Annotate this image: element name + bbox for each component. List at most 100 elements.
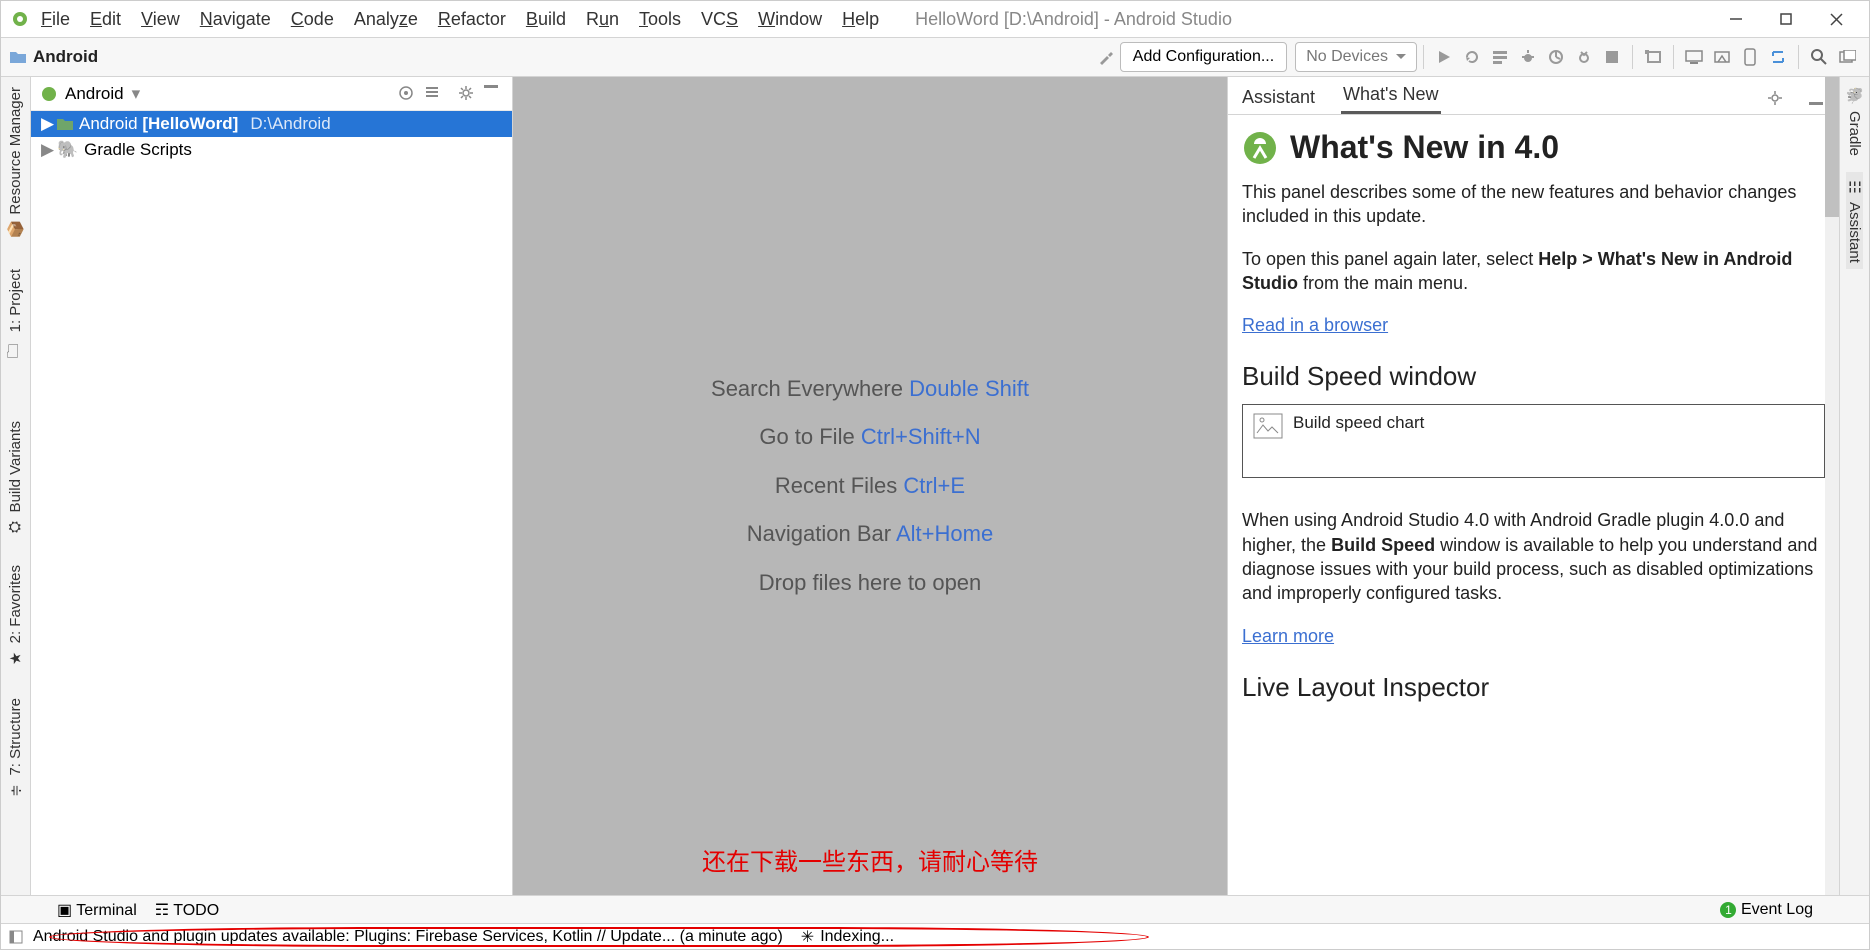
menu-bar: File Edit View Navigate Code Analyze Ref… [1, 1, 1869, 37]
editor-empty-area[interactable]: Search Everywhere Double Shift Go to Fil… [513, 77, 1227, 895]
run-icon[interactable] [1430, 43, 1458, 71]
tool-tab-event-log[interactable]: 1 Event Log [1720, 901, 1813, 919]
assistant-tool-window: Assistant What's New What's New in 4.0 T… [1227, 77, 1839, 895]
whats-new-title: What's New in 4.0 [1290, 129, 1559, 166]
image-placeholder-icon [1253, 413, 1283, 439]
apply-code-icon[interactable] [1486, 43, 1514, 71]
live-layout-inspector-heading: Live Layout Inspector [1242, 672, 1825, 703]
tab-whats-new[interactable]: What's New [1341, 84, 1440, 114]
external-annotation: 还在下载一些东西，请耐心等待 [702, 842, 1038, 877]
expand-icon[interactable]: ▶ [41, 114, 51, 134]
assistant-tab-bar: Assistant What's New [1228, 77, 1839, 115]
apply-changes-icon[interactable] [1458, 43, 1486, 71]
elephant-icon: 🐘 [1846, 87, 1864, 106]
avd-manager-icon[interactable] [1680, 43, 1708, 71]
learn-more-link[interactable]: Learn more [1242, 626, 1334, 646]
menu-code[interactable]: Code [283, 9, 342, 30]
menu-view[interactable]: View [133, 9, 188, 30]
menu-file[interactable]: File [33, 9, 78, 30]
menu-help[interactable]: Help [834, 9, 887, 30]
menu-edit[interactable]: Edit [82, 9, 129, 30]
tool-tab-resource-manager[interactable]: 📦 Resource Manager [6, 81, 25, 245]
menu-window[interactable]: Window [750, 9, 830, 30]
menu-tools[interactable]: Tools [631, 9, 689, 30]
tree-row-gradle-scripts[interactable]: ▶ 🐘 Gradle Scripts [31, 137, 512, 163]
debug-icon[interactable] [1514, 43, 1542, 71]
status-bar: Android Studio and plugin updates availa… [1, 923, 1869, 949]
window-close-button[interactable] [1813, 4, 1859, 34]
build-speed-heading: Build Speed window [1242, 361, 1825, 392]
tool-tab-assistant[interactable]: ☷ Assistant [1846, 172, 1863, 269]
android-view-icon [41, 86, 57, 102]
hide-tool-windows-icon[interactable] [9, 930, 23, 944]
expand-icon[interactable]: ▶ [41, 140, 51, 160]
stop-icon[interactable] [1598, 43, 1626, 71]
gear-icon[interactable] [458, 85, 476, 103]
todo-icon: ☶ [155, 900, 169, 920]
tool-tab-favorites[interactable]: ★ 2: Favorites [7, 559, 24, 673]
collapse-all-icon[interactable] [424, 85, 442, 103]
tool-tab-terminal[interactable]: ▣ Terminal [57, 900, 137, 920]
menu-run[interactable]: Run [578, 9, 627, 30]
add-configuration-button[interactable]: Add Configuration... [1120, 42, 1287, 72]
assistant-scrollbar[interactable] [1825, 77, 1839, 895]
vcs-icon[interactable] [1639, 43, 1667, 71]
device-selector[interactable]: No Devices [1295, 42, 1417, 72]
star-icon: ★ [6, 652, 24, 665]
assistant-icon: ☷ [1846, 180, 1864, 193]
tool-tab-build-variants[interactable]: ⛭ Build Variants [7, 415, 24, 541]
build-speed-chart-placeholder: Build speed chart [1242, 404, 1825, 478]
locate-icon[interactable] [398, 85, 416, 103]
chevron-down-icon [1396, 54, 1406, 60]
device-manager-icon[interactable] [1736, 43, 1764, 71]
android-studio-icon [11, 10, 29, 28]
chevron-down-icon: ▾ [132, 84, 141, 104]
project-tree[interactable]: ▶ Android [HelloWord] D:\Android ▶ 🐘 Gra… [31, 111, 512, 895]
menu-analyze[interactable]: Analyze [346, 9, 426, 30]
project-folder-icon [9, 50, 27, 64]
tool-tab-structure[interactable]: ≑ 7: Structure [7, 692, 24, 806]
sdk-manager-icon[interactable] [1708, 43, 1736, 71]
hammer-icon[interactable] [1092, 43, 1120, 71]
status-message[interactable]: Android Studio and plugin updates availa… [33, 928, 783, 946]
build-variants-icon: ⛭ [7, 521, 24, 533]
attach-debugger-icon[interactable] [1570, 43, 1598, 71]
tree-row-app-module[interactable]: ▶ Android [HelloWord] D:\Android [31, 111, 512, 137]
android-studio-logo-icon [1242, 130, 1278, 166]
window-maximize-button[interactable] [1763, 4, 1809, 34]
resource-manager-icon: 📦 [7, 220, 25, 239]
tool-tab-project[interactable]: 🗀 1: Project [7, 263, 24, 369]
gear-icon[interactable] [1767, 90, 1785, 114]
window-minimize-button[interactable] [1713, 4, 1759, 34]
read-in-browser-link[interactable]: Read in a browser [1242, 315, 1388, 335]
whats-new-intro: This panel describes some of the new fea… [1242, 180, 1825, 229]
sync-icon[interactable] [1764, 43, 1792, 71]
structure-icon: ≑ [6, 784, 24, 797]
module-folder-icon [57, 118, 73, 130]
tab-assistant[interactable]: Assistant [1240, 87, 1317, 114]
navbar-project-name[interactable]: Android [33, 47, 98, 67]
search-icon[interactable] [1805, 43, 1833, 71]
window-title: HelloWord [D:\Android] - Android Studio [915, 9, 1232, 30]
menu-navigate[interactable]: Navigate [192, 9, 279, 30]
tool-tab-todo[interactable]: ☶ TODO [155, 900, 219, 920]
menu-vcs[interactable]: VCS [693, 9, 746, 30]
elephant-icon: 🐘 [57, 140, 78, 160]
scrollbar-thumb[interactable] [1825, 77, 1839, 217]
menu-refactor[interactable]: Refactor [430, 9, 514, 30]
menu-build[interactable]: Build [518, 9, 574, 30]
profile-icon[interactable] [1542, 43, 1570, 71]
left-tool-gutter: 📦 Resource Manager 🗀 1: Project ⛭ Build … [1, 77, 31, 895]
right-tool-gutter: 🐘 Gradle ☷ Assistant [1839, 77, 1869, 895]
project-view-dropdown[interactable]: Android [65, 84, 124, 104]
spinner-icon: ✳ [801, 927, 814, 947]
device-selector-label: No Devices [1306, 48, 1388, 66]
tool-tab-gradle[interactable]: 🐘 Gradle [1845, 81, 1864, 162]
settings-toolbar-icon[interactable] [1833, 43, 1861, 71]
hide-icon[interactable] [484, 85, 502, 103]
bottom-tool-tabs: ▣ Terminal ☶ TODO 1 Event Log [1, 895, 1869, 923]
tree-row-label: Gradle Scripts [84, 140, 192, 160]
build-speed-desc: When using Android Studio 4.0 with Andro… [1242, 508, 1825, 605]
navigation-toolbar: Android Add Configuration... No Devices [1, 37, 1869, 77]
assistant-content[interactable]: What's New in 4.0 This panel describes s… [1228, 115, 1839, 895]
